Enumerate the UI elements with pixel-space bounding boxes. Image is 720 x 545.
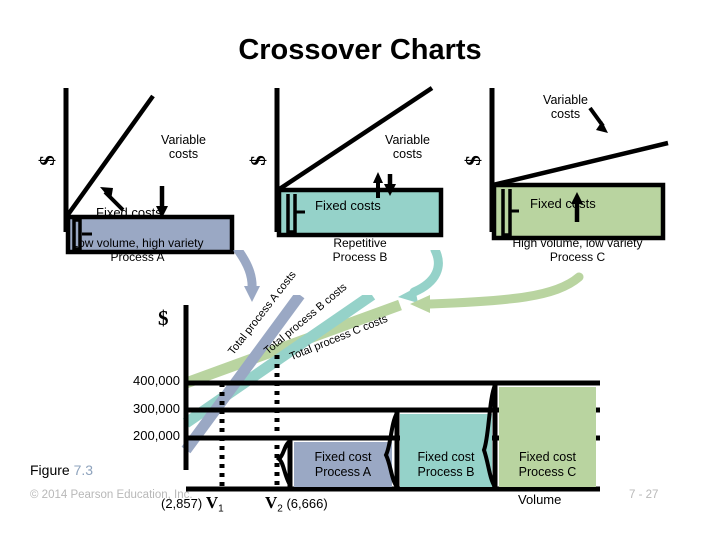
chart-b-axis-dollar: $: [245, 155, 270, 166]
copyright-notice: © 2014 Pearson Education, Inc.: [30, 489, 193, 501]
page-number: 7 - 27: [629, 489, 659, 501]
chart-c-axis-dollar: $: [460, 155, 485, 166]
ytick-200000: 200,000: [133, 428, 180, 443]
chart-b-fixed-costs-label: Fixed costs: [315, 198, 381, 213]
fixed-cost-label-c: Fixed cost Process C: [518, 449, 577, 479]
fixed-cost-label-a: Fixed cost Process A: [314, 449, 372, 479]
chart-c-variable-costs-label: Variable costs: [543, 93, 588, 121]
chart-a-variable-costs-label: Variable costs: [161, 133, 206, 161]
chart-a-fixed-costs-label: Fixed costs: [96, 205, 162, 220]
ytick-300000: 300,000: [133, 401, 180, 416]
figure-caption: Figure 7.3: [30, 462, 94, 478]
fixed-cost-label-b: Fixed cost Process B: [417, 449, 475, 479]
figure-number: 7.3: [73, 462, 94, 478]
chart-c-fixed-costs-label: Fixed costs: [530, 196, 596, 211]
page-title: Crossover Charts: [238, 34, 482, 66]
total-cost-lines: [181, 295, 402, 454]
ytick-400000: 400,000: [133, 373, 180, 388]
chart-b-variable-costs-label: Variable costs: [385, 133, 430, 161]
x-axis-label-volume: Volume: [518, 492, 562, 507]
slide-canvas: Crossover Charts $ Variable costs Fixed …: [0, 0, 720, 540]
top-chart-a: [63, 88, 235, 255]
crossover-y-axis-dollar: $: [158, 306, 169, 330]
chart-a-axis-dollar: $: [34, 155, 59, 166]
crossover-label-v2: V2 (6,666): [265, 493, 328, 515]
